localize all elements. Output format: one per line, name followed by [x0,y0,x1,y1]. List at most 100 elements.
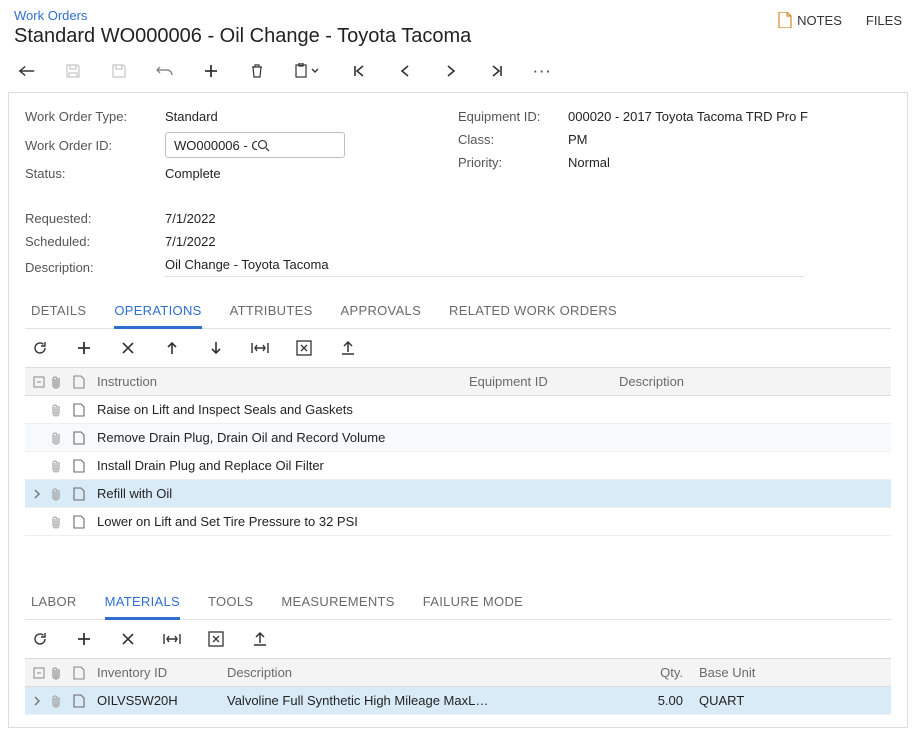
add-icon[interactable] [202,62,220,80]
row-attachment-icon[interactable] [43,424,65,452]
move-down-icon[interactable] [207,339,225,357]
operations-row[interactable]: Remove Drain Plug, Drain Oil and Record … [25,424,891,452]
operations-row[interactable]: Install Drain Plug and Replace Oil Filte… [25,452,891,480]
row-expand-icon[interactable] [25,480,43,508]
row-note-icon[interactable] [65,424,89,452]
lookup-search-icon[interactable] [257,139,340,152]
mat-col-notes-icon[interactable] [65,659,89,687]
main-tab-attributes[interactable]: ATTRIBUTES [230,303,313,328]
col-description[interactable]: Description [611,368,891,396]
row-note-icon[interactable] [65,452,89,480]
delete-icon[interactable] [248,62,266,80]
row-instruction: Refill with Oil [89,480,461,508]
mat-row-expand-icon[interactable] [25,687,43,715]
sub-export-excel-icon[interactable] [207,630,225,648]
operations-row[interactable]: Lower on Lift and Set Tire Pressure to 3… [25,508,891,536]
col-equipment-id[interactable]: Equipment ID [461,368,611,396]
main-tab-related-work-orders[interactable]: RELATED WORK ORDERS [449,303,617,328]
page-title: Standard WO000006 - Oil Change - Toyota … [14,25,471,48]
save-close-icon[interactable] [110,62,128,80]
equipment-id-value: 000020 - 2017 Toyota Tacoma TRD Pro F [568,109,808,124]
row-expand-icon[interactable] [25,424,43,452]
main-tab-details[interactable]: DETAILS [31,303,86,328]
save-icon[interactable] [64,62,82,80]
requested-value: 7/1/2022 [165,211,216,226]
sub-refresh-icon[interactable] [31,630,49,648]
row-attachment-icon[interactable] [43,452,65,480]
description-label: Description: [25,260,165,275]
mat-row-base-unit: QUART [691,687,891,715]
col-instruction[interactable]: Instruction [89,368,461,396]
work-order-type-label: Work Order Type: [25,109,165,124]
mat-row-note-icon[interactable] [65,687,89,715]
mat-row-attachment-icon[interactable] [43,687,65,715]
next-record-icon[interactable] [442,62,460,80]
col-notes-icon[interactable] [65,368,89,396]
export-excel-icon[interactable] [295,339,313,357]
prev-record-icon[interactable] [396,62,414,80]
first-record-icon[interactable] [350,62,368,80]
mat-col-expand[interactable] [25,659,43,687]
mat-col-qty[interactable]: Qty. [611,659,691,687]
work-order-type-value: Standard [165,109,218,124]
sub-tab-measurements[interactable]: MEASUREMENTS [281,594,394,619]
row-note-icon[interactable] [65,508,89,536]
materials-row[interactable]: OILVS5W20HValvoline Full Synthetic High … [25,687,891,715]
work-order-id-input[interactable]: WO000006 - Oil Change - To [165,132,345,158]
mat-col-base-unit[interactable]: Base Unit [691,659,891,687]
status-label: Status: [25,166,165,181]
row-description [611,508,891,536]
requested-label: Requested: [25,211,165,226]
row-attachment-icon[interactable] [43,508,65,536]
sub-delete-row-icon[interactable] [119,630,137,648]
col-expand[interactable] [25,368,43,396]
materials-toolbar [25,620,891,658]
sub-tab-labor[interactable]: LABOR [31,594,77,619]
refresh-icon[interactable] [31,339,49,357]
mat-col-description[interactable]: Description [219,659,611,687]
work-order-id-value: WO000006 - Oil Change - To [174,138,257,153]
mat-col-inventory[interactable]: Inventory ID [89,659,219,687]
sub-fit-columns-icon[interactable] [163,630,181,648]
row-note-icon[interactable] [65,396,89,424]
row-expand-icon[interactable] [25,452,43,480]
add-row-icon[interactable] [75,339,93,357]
sub-tab-materials[interactable]: MATERIALS [105,594,180,620]
sub-upload-icon[interactable] [251,630,269,648]
row-instruction: Remove Drain Plug, Drain Oil and Record … [89,424,461,452]
row-expand-icon[interactable] [25,508,43,536]
move-up-icon[interactable] [163,339,181,357]
row-attachment-icon[interactable] [43,396,65,424]
upload-icon[interactable] [339,339,357,357]
breadcrumb[interactable]: Work Orders [14,8,471,23]
more-actions-icon[interactable]: ··· [534,62,552,80]
sub-tab-tools[interactable]: TOOLS [208,594,253,619]
notes-action[interactable]: NOTES [778,12,842,28]
row-instruction: Install Drain Plug and Replace Oil Filte… [89,452,461,480]
row-expand-icon[interactable] [25,396,43,424]
mat-row-description: Valvoline Full Synthetic High Mileage Ma… [219,687,611,715]
operations-row[interactable]: Raise on Lift and Inspect Seals and Gask… [25,396,891,424]
description-value: Oil Change - Toyota Tacoma [165,257,805,277]
work-order-id-label: Work Order ID: [25,138,165,153]
back-icon[interactable] [18,62,36,80]
main-tab-operations[interactable]: OPERATIONS [114,303,201,329]
last-record-icon[interactable] [488,62,506,80]
fit-columns-icon[interactable] [251,339,269,357]
delete-row-icon[interactable] [119,339,137,357]
clipboard-dropdown-icon[interactable] [294,62,322,80]
row-equipment-id [461,424,611,452]
scheduled-label: Scheduled: [25,234,165,249]
files-action[interactable]: FILES [866,13,902,28]
operations-row[interactable]: Refill with Oil [25,480,891,508]
col-attachments-icon[interactable] [43,368,65,396]
main-tab-approvals[interactable]: APPROVALS [341,303,422,328]
undo-icon[interactable] [156,62,174,80]
row-attachment-icon[interactable] [43,480,65,508]
sub-tab-failure-mode[interactable]: FAILURE MODE [423,594,523,619]
row-description [611,452,891,480]
row-description [611,480,891,508]
mat-col-attachments-icon[interactable] [43,659,65,687]
row-note-icon[interactable] [65,480,89,508]
sub-add-row-icon[interactable] [75,630,93,648]
